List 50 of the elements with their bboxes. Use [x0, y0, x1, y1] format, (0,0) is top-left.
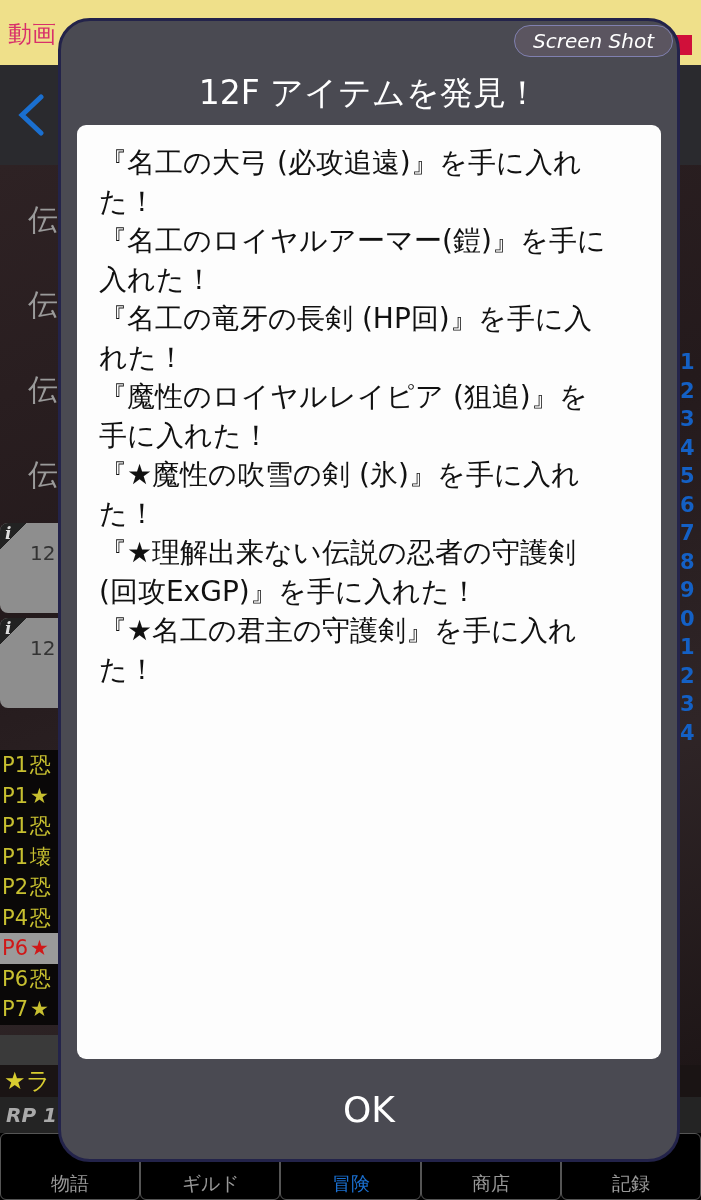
- list-label: 伝: [27, 201, 58, 239]
- item-mark: ★: [30, 936, 49, 961]
- item-mark: 恐: [30, 874, 52, 902]
- back-icon[interactable]: [17, 94, 45, 136]
- card-number: 12: [30, 636, 56, 660]
- ad-text: 動画: [8, 19, 56, 50]
- message-text: 『魔性のロイヤルレイピア (狙追)』を手に入れた！: [99, 379, 589, 454]
- log-row[interactable]: P6恐: [0, 963, 58, 994]
- item-mark: 恐: [30, 813, 52, 841]
- message-text: 『★魔性の吹雪の剣 (氷)』を手に入れた！: [99, 457, 581, 532]
- item-mark: ★: [30, 997, 49, 1022]
- page-label: P1: [2, 844, 29, 869]
- log-card[interactable]: i 12: [0, 618, 58, 708]
- log-row[interactable]: P4恐: [0, 902, 58, 933]
- message-text: 『名工のロイヤルアーマー(鎧)』を手に入れた！: [99, 223, 607, 298]
- item-mark: 恐: [30, 965, 52, 993]
- page-label: P1: [2, 753, 29, 778]
- log-row[interactable]: P7★: [0, 994, 58, 1025]
- message-text: 『★理解出来ない伝説の忍者の守護剣 (回攻ExGP)』を手に入れた！: [99, 535, 578, 610]
- rp-value: RP 1: [6, 1103, 57, 1127]
- page-label: P7: [2, 997, 29, 1022]
- item-mark: 恐: [30, 752, 52, 780]
- info-badge: i: [0, 523, 26, 549]
- log-row[interactable]: P1★: [0, 780, 58, 811]
- info-badge: i: [0, 618, 26, 644]
- list-footer-bar: [0, 1034, 58, 1065]
- log-row[interactable]: P2恐: [0, 872, 58, 903]
- list-label: 伝: [27, 286, 58, 324]
- log-card[interactable]: i 12: [0, 523, 58, 613]
- list-label: 伝: [27, 456, 58, 494]
- message-text: 『名工の竜牙の長剣 (HP回)』を手に入れた！: [99, 301, 593, 376]
- log-row[interactable]: P1恐: [0, 750, 58, 781]
- log-row[interactable]: P1壊: [0, 841, 58, 872]
- dialog-title: 12F アイテムを発見！: [197, 72, 541, 114]
- page-label: P1: [2, 783, 29, 808]
- message-text: 『★名工の君主の守護剣』を手に入れた！: [99, 613, 579, 688]
- list-label: 伝: [27, 371, 58, 409]
- ticket-count: ★ラ: [4, 1066, 51, 1097]
- screenshot-button[interactable]: Screen Shot: [514, 25, 673, 57]
- card-number: 12: [30, 541, 56, 565]
- page-label: P6: [2, 966, 29, 991]
- item-mark: 恐: [30, 904, 52, 932]
- item-mark: ★: [30, 783, 49, 808]
- page-label: P6: [2, 936, 29, 961]
- page-label: P2: [2, 875, 29, 900]
- log-row[interactable]: P1恐: [0, 811, 58, 842]
- message-text: 『名工の大弓 (必攻追遠)』を手に入れた！: [99, 145, 583, 220]
- page-label: P1: [2, 814, 29, 839]
- item-mark: 壊: [30, 843, 52, 871]
- page-label: P4: [2, 905, 29, 930]
